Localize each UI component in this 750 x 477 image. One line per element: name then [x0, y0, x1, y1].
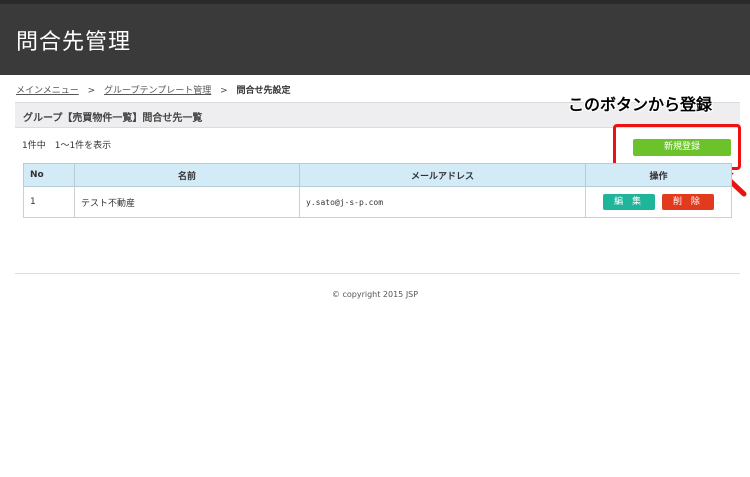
copyright-text: © copyright 2015 JSP [331, 290, 419, 299]
row-email: y.sato@j-s-p.com [299, 186, 586, 218]
new-register-button[interactable]: 新規登録 [633, 139, 731, 156]
result-count: 1件中 1〜1件を表示 [22, 141, 112, 151]
table-row: 1 テスト不動産 y.sato@j-s-p.com 編 集 削 除 [23, 186, 732, 218]
breadcrumb-separator: > [87, 86, 96, 96]
breadcrumb-separator: > [220, 86, 228, 96]
column-header-no: No [23, 163, 75, 187]
contact-table: No 名前 メールアドレス 操作 1 テスト不動産 y.sato@j-s-p.c… [23, 163, 732, 218]
footer-divider [15, 273, 740, 274]
column-header-operations: 操作 [585, 163, 732, 187]
breadcrumb: メインメニュー > グループテンプレート管理 > 問合せ先設定 [16, 83, 291, 96]
page-title: 問合先管理 [16, 30, 132, 55]
table-header-row: No 名前 メールアドレス 操作 [23, 163, 732, 187]
row-operations: 編 集 削 除 [585, 186, 732, 218]
breadcrumb-current: 問合せ先設定 [236, 86, 291, 96]
column-header-name: 名前 [74, 163, 300, 187]
app-header: 問合先管理 [0, 0, 750, 75]
breadcrumb-group-template[interactable]: グループテンプレート管理 [104, 86, 211, 96]
edit-button[interactable]: 編 集 [603, 194, 656, 210]
annotation-label: このボタンから登録 [568, 95, 713, 114]
row-name: テスト不動産 [74, 186, 300, 218]
delete-button[interactable]: 削 除 [661, 194, 714, 210]
breadcrumb-main-menu[interactable]: メインメニュー [16, 86, 79, 96]
row-no: 1 [23, 186, 75, 218]
column-header-email: メールアドレス [299, 163, 586, 187]
